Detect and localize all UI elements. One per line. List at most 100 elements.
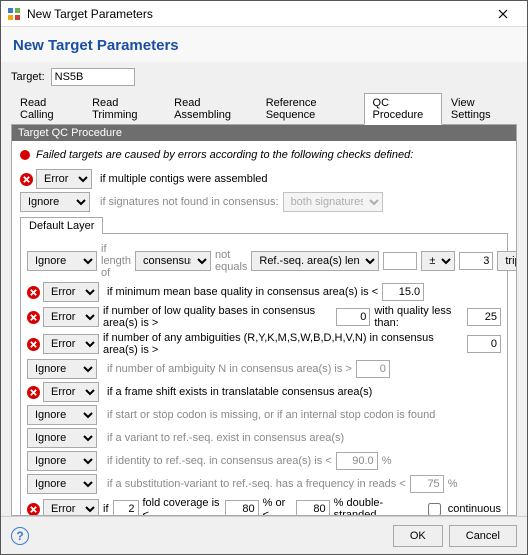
ambiguity-n-input	[356, 360, 390, 378]
app-icon	[7, 7, 21, 21]
level-select[interactable]: Ignore	[27, 251, 97, 271]
cov1-input[interactable]	[225, 500, 259, 515]
rule-ambiguity-n: Ignore if number of ambiguity N in conse…	[27, 359, 501, 379]
rule-text: if number of ambiguity N in consensus ar…	[107, 363, 352, 375]
rule-pre: if	[103, 503, 109, 515]
rule-text: if start or stop codon is missing, or if…	[107, 409, 435, 421]
rule-post: not equals	[215, 249, 247, 273]
identity-input	[336, 452, 378, 470]
unit-select[interactable]: triplets	[497, 251, 516, 271]
level-select[interactable]: Error	[43, 499, 99, 515]
error-icon	[20, 173, 33, 186]
qc-group-body: Failed targets are caused by errors acco…	[12, 141, 516, 515]
ok-button[interactable]: OK	[393, 525, 443, 547]
error-icon	[27, 338, 40, 351]
level-select[interactable]: Error	[36, 169, 92, 189]
rule-codon: Ignore if start or stop codon is missing…	[27, 405, 501, 425]
target-label: Target:	[11, 71, 45, 83]
rule-mean-quality: Error if minimum mean base quality in co…	[27, 282, 501, 302]
continuous-checkbox[interactable]	[428, 503, 441, 516]
ambiguity-count-input[interactable]	[467, 335, 501, 353]
window-close-button[interactable]	[485, 1, 521, 26]
level-select[interactable]: Error	[43, 382, 99, 402]
sub-freq-input	[410, 475, 444, 493]
error-icon	[27, 503, 40, 516]
tab-reference-sequence[interactable]: Reference Sequence	[257, 93, 364, 125]
level-select[interactable]: Error	[43, 307, 99, 327]
rule-variant: Ignore if a variant to ref.-seq. exist i…	[27, 428, 501, 448]
lowq-threshold-input[interactable]	[467, 308, 501, 326]
error-dot-icon	[20, 150, 30, 160]
level-select[interactable]: Error	[43, 282, 99, 302]
triplet-count-input[interactable]	[459, 252, 493, 270]
help-button[interactable]: ?	[11, 527, 29, 545]
tab-read-trimming[interactable]: Read Trimming	[83, 93, 165, 125]
error-icon	[27, 286, 40, 299]
tab-view-settings[interactable]: View Settings	[442, 93, 517, 125]
main-tabs: Read Calling Read Trimming Read Assembli…	[11, 92, 517, 125]
rule-text: if a variant to ref.-seq. exist in conse…	[107, 432, 344, 444]
rule-text: if signatures not found in consensus:	[100, 196, 279, 208]
continuous-label: continuous	[448, 503, 501, 515]
rule-text: if multiple contigs were assembled	[100, 173, 268, 185]
pm-select[interactable]: ±	[421, 251, 455, 271]
cov2-input[interactable]	[296, 500, 330, 515]
target-field-row: Target:	[11, 68, 517, 86]
rule-length: Ignore if length of consensus not equals…	[27, 243, 501, 279]
length-of-select[interactable]: consensus	[135, 251, 211, 271]
dialog-heading: New Target Parameters	[1, 27, 527, 62]
pct: %	[448, 478, 458, 490]
rule-ambiguities: Error if number of any ambiguities (R,Y,…	[27, 332, 501, 356]
rule-text: if a substitution-variant to ref.-seq. h…	[107, 478, 406, 490]
level-select[interactable]: Ignore	[20, 192, 90, 212]
rule-pre: if length of	[101, 243, 131, 279]
rule-coverage: Error if fold coverage is < % or < % dou…	[27, 497, 501, 515]
target-input[interactable]	[51, 68, 135, 86]
fold-input[interactable]	[113, 500, 139, 515]
level-select[interactable]: Ignore	[27, 474, 97, 494]
rule-text: if minimum mean base quality in consensu…	[107, 286, 378, 298]
lowq-count-input[interactable]	[336, 308, 370, 326]
cancel-button[interactable]: Cancel	[449, 525, 517, 547]
rule-frame-shift: Error if a frame shift exists in transla…	[27, 382, 501, 402]
level-select[interactable]: Ignore	[27, 359, 97, 379]
pct-ds: % double-stranded,	[334, 497, 420, 515]
dialog-window: New Target Parameters New Target Paramet…	[0, 0, 528, 555]
signatures-select: both signatures	[283, 192, 383, 212]
content-area: Target: Read Calling Read Trimming Read …	[1, 62, 527, 516]
layer-tabs: Default Layer	[20, 216, 508, 234]
level-select[interactable]: Ignore	[27, 451, 97, 471]
qc-panel: Target QC Procedure Failed targets are c…	[11, 125, 517, 516]
titlebar: New Target Parameters	[1, 1, 527, 27]
rule-identity: Ignore if identity to ref.-seq. in conse…	[27, 451, 501, 471]
error-icon	[27, 386, 40, 399]
level-select[interactable]: Ignore	[27, 428, 97, 448]
qc-group-header: Target QC Procedure	[12, 125, 516, 141]
rule-text: if number of any ambiguities (R,Y,K,M,S,…	[103, 332, 463, 356]
tab-read-assembling[interactable]: Read Assembling	[165, 93, 257, 125]
level-select[interactable]: Ignore	[27, 405, 97, 425]
rule-mid1: fold coverage is <	[143, 497, 221, 515]
error-icon	[27, 311, 40, 324]
tab-default-layer[interactable]: Default Layer	[20, 217, 103, 234]
rule-substitution-freq: Ignore if a substitution-variant to ref.…	[27, 474, 501, 494]
level-select[interactable]: Error	[43, 334, 99, 354]
rule-multiple-contigs: Error if multiple contigs were assembled	[20, 169, 508, 189]
tab-qc-procedure[interactable]: QC Procedure	[364, 93, 442, 125]
mean-quality-input[interactable]	[382, 283, 424, 301]
layer-body: Ignore if length of consensus not equals…	[20, 234, 508, 515]
pct-or: % or <	[263, 497, 292, 515]
pct: %	[382, 455, 392, 467]
rule-mid: with quality less than:	[374, 305, 463, 329]
rule-signatures: Ignore if signatures not found in consen…	[20, 192, 508, 212]
rule-text: if identity to ref.-seq. in consensus ar…	[107, 455, 332, 467]
length-offset-input	[383, 252, 417, 270]
ref-length-select[interactable]: Ref.-seq. area(s) length	[251, 251, 379, 271]
rule-text: if a frame shift exists in translatable …	[107, 386, 372, 398]
tab-read-calling[interactable]: Read Calling	[11, 93, 83, 125]
rule-pre: if number of low quality bases in consen…	[103, 305, 332, 329]
qc-intro-text: Failed targets are caused by errors acco…	[36, 149, 413, 161]
qc-intro: Failed targets are caused by errors acco…	[20, 149, 508, 161]
rule-low-quality-bases: Error if number of low quality bases in …	[27, 305, 501, 329]
dialog-footer: ? OK Cancel	[1, 516, 527, 554]
